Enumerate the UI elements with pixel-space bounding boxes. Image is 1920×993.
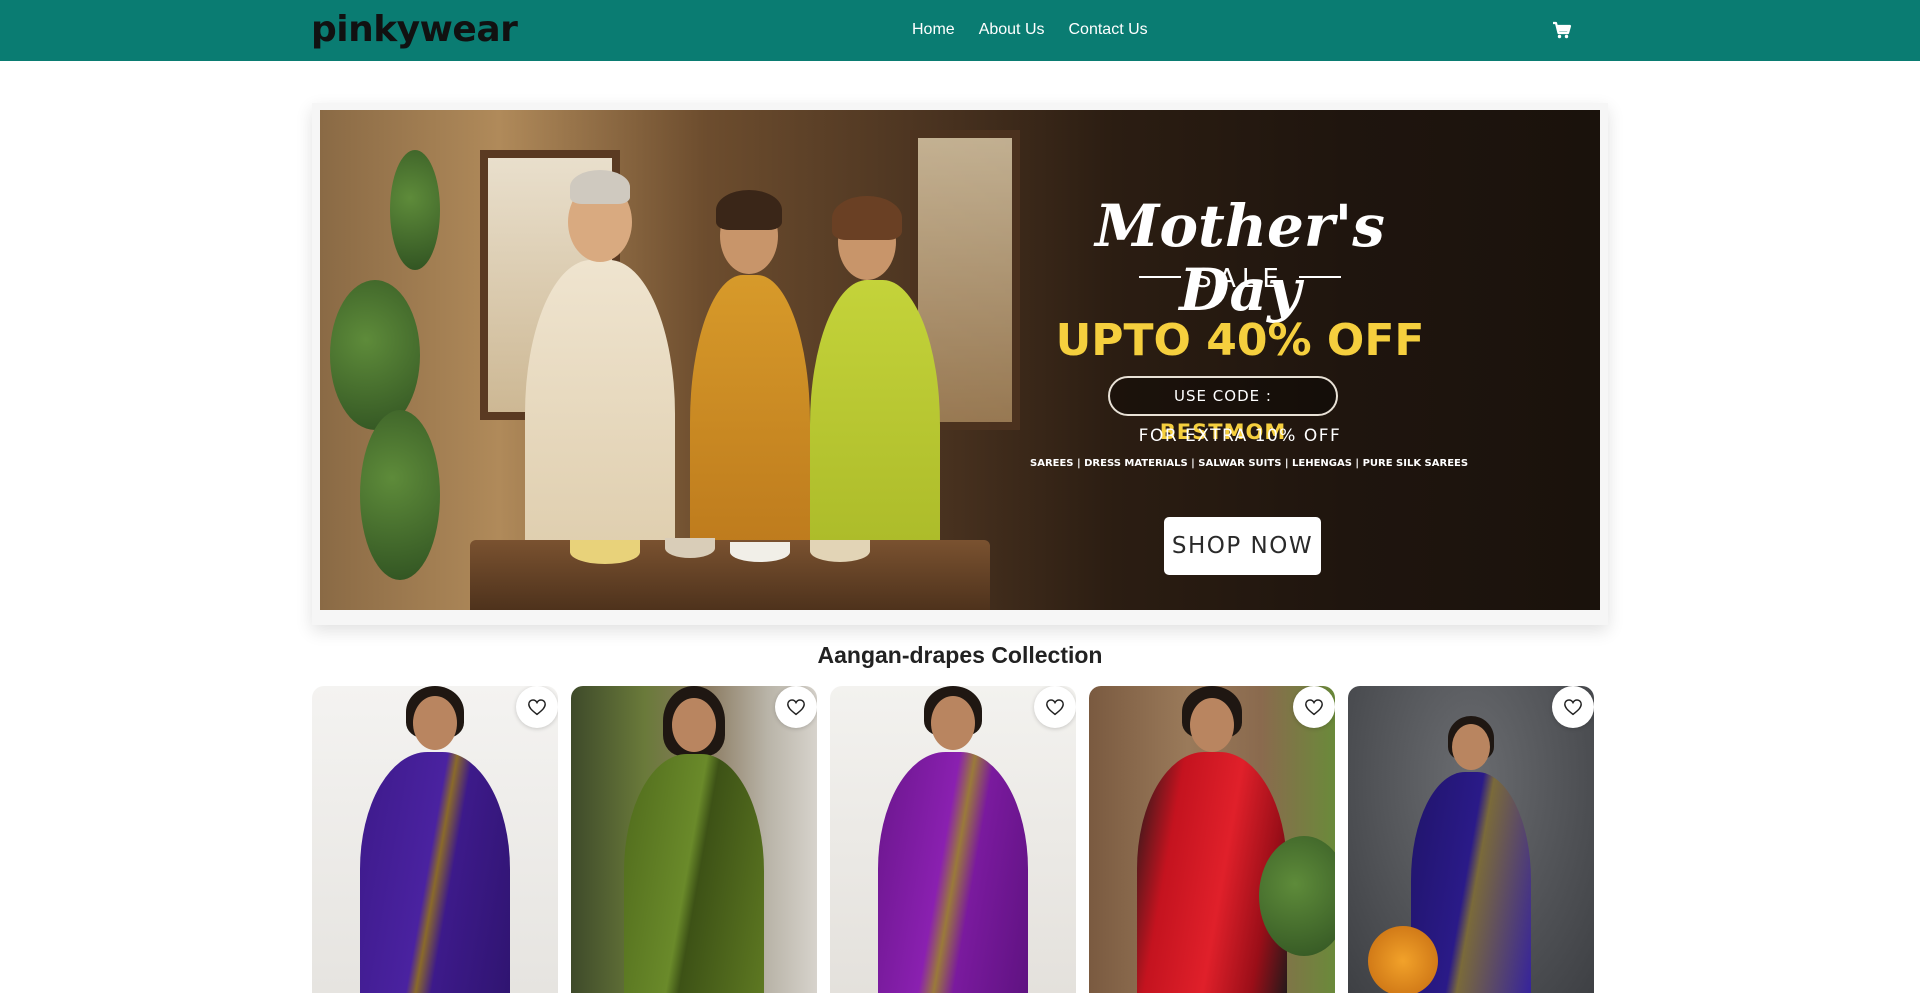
product-card[interactable] <box>830 686 1076 993</box>
marigold-decor <box>1368 926 1438 993</box>
shop-now-button[interactable]: SHOP NOW <box>1164 517 1321 575</box>
hero-plant <box>390 150 440 270</box>
saree-drape <box>624 754 764 993</box>
main-nav: Home About Us Contact Us <box>912 19 1148 41</box>
top-navbar: pinkywear Home About Us Contact Us <box>0 0 1920 61</box>
wishlist-button[interactable] <box>1552 686 1594 728</box>
heart-outline-icon <box>528 699 546 716</box>
hero-food-bowl <box>730 542 790 562</box>
product-card[interactable] <box>1348 686 1594 993</box>
coupon-label: USE CODE : <box>1174 387 1272 405</box>
hero-model-hair <box>716 190 782 230</box>
product-row <box>312 686 1596 993</box>
hero-copy: Mother's Day SALE UPTO 40% OFF USE CODE … <box>1030 110 1469 610</box>
wishlist-button[interactable] <box>1293 686 1335 728</box>
hero-food-bowl <box>810 540 870 562</box>
product-card[interactable] <box>312 686 558 993</box>
model-head <box>1452 724 1490 770</box>
collection-title: Aangan-drapes Collection <box>817 642 1103 668</box>
nav-link-contact-us[interactable]: Contact Us <box>1069 19 1148 41</box>
hero-categories: SAREES | DRESS MATERIALS | SALWAR SUITS … <box>1030 458 1469 469</box>
model-head <box>931 696 975 750</box>
brand-logo[interactable]: pinkywear <box>311 9 518 51</box>
shopping-cart-icon[interactable] <box>1550 18 1574 42</box>
hero-plant <box>330 280 420 430</box>
heart-outline-icon <box>1046 699 1064 716</box>
heart-outline-icon <box>787 699 805 716</box>
nav-link-about-us[interactable]: About Us <box>979 19 1045 41</box>
heart-outline-icon <box>1564 699 1582 716</box>
heart-outline-icon <box>1305 699 1323 716</box>
hero-model-hair <box>570 170 630 204</box>
hero-plant <box>360 410 440 580</box>
hero-coupon-pill: USE CODE : BESTMOM <box>1108 376 1338 444</box>
wishlist-button[interactable] <box>775 686 817 728</box>
nav-link-home[interactable]: Home <box>912 19 955 41</box>
hero-subtitle: SALE <box>1030 263 1450 295</box>
model-head <box>672 698 716 752</box>
product-card[interactable] <box>1089 686 1335 993</box>
model-head <box>413 696 457 750</box>
hero-extra-offer: FOR EXTRA 10% OFF <box>1138 426 1342 446</box>
hero-banner[interactable]: Mother's Day SALE UPTO 40% OFF USE CODE … <box>320 110 1600 610</box>
wishlist-button[interactable] <box>1034 686 1076 728</box>
product-card[interactable] <box>571 686 817 993</box>
hero-title: Mother's Day <box>1095 192 1385 324</box>
model-head <box>1190 698 1234 752</box>
hero-model-hair <box>832 196 902 240</box>
wishlist-button[interactable] <box>516 686 558 728</box>
hero-food-bowl <box>570 540 640 564</box>
hero-food-bowl <box>665 538 715 558</box>
saree-drape <box>360 752 510 993</box>
saree-drape <box>878 752 1028 993</box>
hero-offer: UPTO 40% OFF <box>1055 315 1425 366</box>
